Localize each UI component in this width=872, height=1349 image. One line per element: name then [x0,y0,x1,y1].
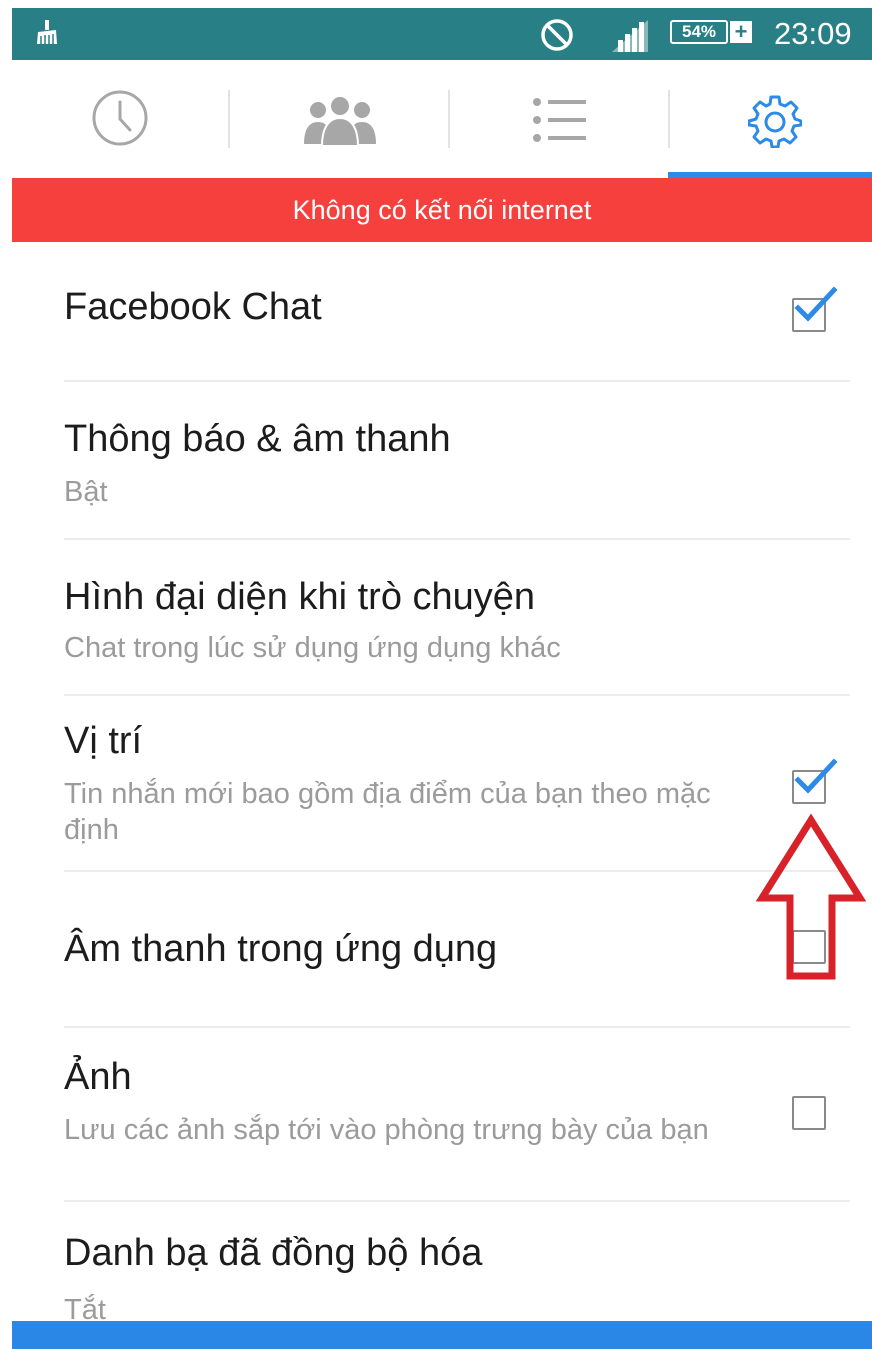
setting-in-app-sounds[interactable]: Âm thanh trong ứng dụng [12,872,872,1026]
setting-title: Hình đại diện khi trò chuyện [64,576,536,618]
facebook-chat-checkbox[interactable] [792,286,838,332]
tab-settings[interactable] [670,60,872,178]
app-frame: 54% + 23:09 Không có kết nối internet Fa… [12,8,872,1349]
bottom-bar [12,1321,872,1349]
tab-people[interactable] [230,60,448,178]
do-not-disturb-icon [540,18,574,57]
setting-facebook-chat[interactable]: Facebook Chat [12,242,872,382]
cleaner-icon [36,20,58,49]
battery-level: 54% [670,20,728,44]
no-internet-banner: Không có kết nối internet [12,178,872,242]
setting-title: Vị trí [64,720,143,762]
gear-icon [748,95,802,148]
setting-chat-heads[interactable]: Hình đại diện khi trò chuyện Chat trong … [12,540,872,694]
tab-list[interactable] [450,60,668,178]
tab-recent[interactable] [12,60,228,178]
setting-title: Âm thanh trong ứng dụng [64,928,498,970]
setting-subtitle: Chat trong lúc sử dụng ứng dụng khác [64,632,561,664]
photos-checkbox[interactable] [792,1096,826,1130]
annotation-arrow-icon [756,814,866,980]
setting-subtitle: Bật [64,476,108,508]
status-bar: 54% + 23:09 [12,8,872,60]
battery-icon: 54% + [670,20,752,46]
people-icon [304,95,376,146]
check-mark-icon [794,286,838,322]
clock-icon [92,90,148,146]
location-checkbox[interactable] [792,758,838,804]
check-mark-icon [794,758,838,794]
setting-subtitle: Lưu các ảnh sắp tới vào phòng trưng bày … [64,1114,709,1146]
setting-title: Thông báo & âm thanh [64,418,451,460]
setting-title: Danh bạ đã đồng bộ hóa [64,1232,483,1274]
setting-title: Ảnh [64,1056,132,1098]
setting-synced-contacts[interactable]: Danh bạ đã đồng bộ hóa Tắt [12,1202,872,1326]
setting-photos[interactable]: Ảnh Lưu các ảnh sắp tới vào phòng trưng … [12,1028,872,1200]
setting-notifications[interactable]: Thông báo & âm thanh Bật [12,382,872,538]
battery-charging-plus: + [730,21,752,43]
setting-subtitle: Tin nhắn mới bao gồm địa điểm của bạn th… [64,778,711,846]
clock-time: 23:09 [774,16,852,51]
list-icon [533,98,586,142]
signal-icon [610,18,650,57]
setting-location[interactable]: Vị trí Tin nhắn mới bao gồm địa điểm của… [12,696,872,870]
tab-bar [12,60,872,178]
setting-title: Facebook Chat [64,286,322,328]
